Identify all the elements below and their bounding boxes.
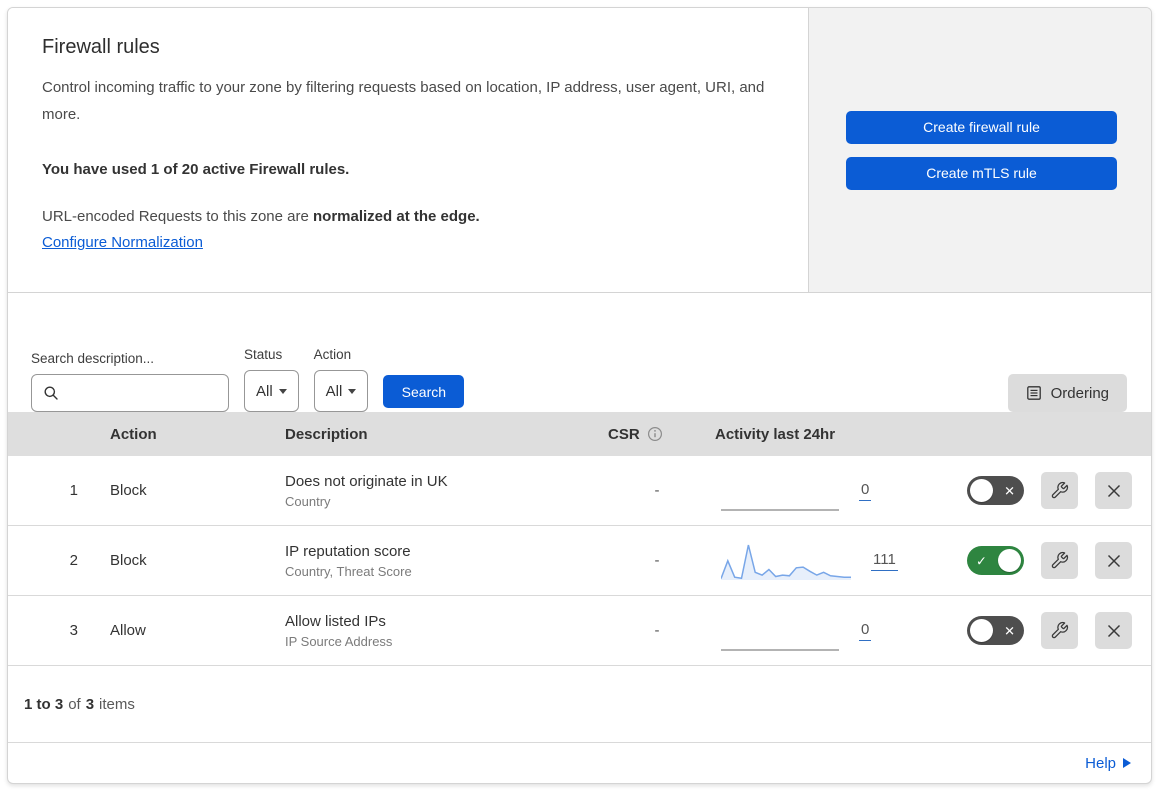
table-footer: 1 to 3 of 3 items bbox=[8, 666, 1151, 743]
rule-activity-cell: 111 bbox=[713, 540, 943, 582]
rule-match-fields: Country, Threat Score bbox=[285, 563, 412, 579]
usage-notice: You have used 1 of 20 active Firewall ru… bbox=[42, 161, 350, 178]
search-field-group: Search description... bbox=[31, 351, 254, 412]
pagination-range: 1 to 3 bbox=[24, 695, 64, 713]
activity-sparkline bbox=[721, 610, 839, 652]
help-link[interactable]: Help bbox=[1085, 755, 1131, 772]
rule-priority: 3 bbox=[69, 622, 78, 639]
search-input[interactable] bbox=[59, 385, 254, 401]
wrench-icon bbox=[1050, 481, 1069, 500]
normalization-text: URL-encoded Requests to this zone are no… bbox=[42, 208, 480, 225]
rule-match-fields: IP Source Address bbox=[285, 633, 393, 649]
close-icon bbox=[1105, 552, 1123, 570]
close-icon bbox=[1105, 482, 1123, 500]
rule-description: IP reputation score bbox=[285, 542, 411, 560]
intro-card: Firewall rules Control incoming traffic … bbox=[8, 8, 808, 292]
search-icon bbox=[43, 385, 59, 401]
edit-rule-button[interactable] bbox=[1041, 472, 1078, 509]
rule-description-cell: IP reputation score Country, Threat Scor… bbox=[271, 543, 601, 579]
create-firewall-rule-button[interactable]: Create firewall rule bbox=[846, 111, 1117, 144]
status-dropdown[interactable]: All bbox=[244, 370, 299, 412]
action-column-header: Action bbox=[110, 425, 157, 443]
rule-csr-value: - bbox=[654, 482, 660, 499]
chevron-down-icon bbox=[348, 388, 357, 394]
delete-rule-button[interactable] bbox=[1095, 612, 1132, 649]
rule-activity-cell: 0 bbox=[713, 610, 943, 652]
rule-enabled-toggle[interactable]: ✓ ✕ bbox=[967, 616, 1024, 645]
ordering-button[interactable]: Ordering bbox=[1007, 374, 1127, 412]
rule-action: Allow bbox=[110, 622, 146, 639]
delete-rule-button[interactable] bbox=[1095, 472, 1132, 509]
table-header: Action Description CSR Activity last 24h… bbox=[8, 412, 1151, 456]
rule-priority: 1 bbox=[69, 482, 78, 499]
rule-priority: 2 bbox=[69, 552, 78, 569]
activity-count-link[interactable]: 0 bbox=[859, 621, 872, 641]
page-title: Firewall rules bbox=[42, 36, 160, 58]
rule-enabled-toggle[interactable]: ✓ ✕ bbox=[967, 476, 1024, 505]
activity-sparkline bbox=[721, 470, 839, 512]
rule-csr-value: - bbox=[654, 622, 660, 639]
action-label: Action bbox=[313, 347, 352, 362]
configure-normalization-link[interactable]: Configure Normalization bbox=[42, 234, 203, 251]
page-description: Control incoming traffic to your zone by… bbox=[42, 79, 765, 123]
rule-description: Does not originate in UK bbox=[285, 472, 448, 490]
status-filter-group: Status All bbox=[244, 347, 299, 412]
check-icon: ✓ bbox=[976, 553, 987, 568]
pagination-total: 3 bbox=[85, 695, 95, 713]
edit-rule-button[interactable] bbox=[1041, 542, 1078, 579]
right-triangle-icon bbox=[1123, 758, 1131, 768]
rule-description: Allow listed IPs bbox=[285, 612, 386, 630]
rule-controls: ✓ ✕ bbox=[943, 472, 1151, 509]
rule-activity-cell: 0 bbox=[713, 470, 943, 512]
table-row: 2 Block IP reputation score Country, Thr… bbox=[8, 526, 1151, 596]
intro-section: Firewall rules Control incoming traffic … bbox=[8, 8, 1151, 293]
search-box[interactable] bbox=[31, 374, 254, 412]
toggle-knob bbox=[970, 619, 993, 642]
close-icon bbox=[1105, 622, 1123, 640]
delete-rule-button[interactable] bbox=[1095, 542, 1132, 579]
rule-description-cell: Allow listed IPs IP Source Address bbox=[271, 613, 601, 649]
toggle-knob bbox=[998, 549, 1021, 572]
table-row: 1 Block Does not originate in UK Country… bbox=[8, 456, 1151, 526]
search-label: Search description... bbox=[31, 351, 155, 366]
activity-sparkline bbox=[721, 540, 851, 582]
rule-controls: ✓ ✕ bbox=[943, 542, 1151, 579]
activity-count-link[interactable]: 0 bbox=[859, 481, 872, 501]
table-row: 3 Allow Allow listed IPs IP Source Addre… bbox=[8, 596, 1151, 666]
rule-csr-value: - bbox=[654, 552, 660, 569]
actions-panel: Create firewall rule Create mTLS rule bbox=[808, 8, 1151, 292]
activity-count-link[interactable]: 111 bbox=[871, 551, 898, 571]
rule-controls: ✓ ✕ bbox=[943, 612, 1151, 649]
csr-column-header: CSR bbox=[601, 426, 713, 443]
action-dropdown[interactable]: All bbox=[313, 370, 369, 412]
pagination-of: of bbox=[68, 695, 81, 713]
document-list-icon bbox=[1026, 385, 1042, 401]
description-column-header: Description bbox=[285, 425, 368, 443]
chevron-down-icon bbox=[278, 388, 287, 394]
rule-enabled-toggle[interactable]: ✓ ✕ bbox=[967, 546, 1024, 575]
edit-rule-button[interactable] bbox=[1041, 612, 1078, 649]
pagination-items: items bbox=[99, 695, 135, 713]
rule-action: Block bbox=[110, 482, 147, 499]
rule-action: Block bbox=[110, 552, 147, 569]
firewall-rules-page: Firewall rules Control incoming traffic … bbox=[7, 7, 1152, 784]
wrench-icon bbox=[1050, 551, 1069, 570]
x-icon: ✕ bbox=[1004, 623, 1015, 638]
info-circle-icon[interactable] bbox=[647, 426, 663, 442]
rule-description-cell: Does not originate in UK Country bbox=[271, 473, 601, 509]
action-filter-group: Action All bbox=[313, 347, 369, 412]
rule-match-fields: Country bbox=[285, 493, 331, 509]
status-label: Status bbox=[244, 347, 283, 362]
wrench-icon bbox=[1050, 621, 1069, 640]
search-button[interactable]: Search bbox=[383, 375, 465, 408]
toggle-knob bbox=[970, 479, 993, 502]
create-mtls-rule-button[interactable]: Create mTLS rule bbox=[846, 157, 1117, 190]
help-bar: Help bbox=[8, 743, 1151, 783]
filter-bar: Search description... Status All Action … bbox=[8, 293, 1151, 412]
activity-column-header: Activity last 24hr bbox=[715, 425, 836, 443]
x-icon: ✕ bbox=[1004, 483, 1015, 498]
